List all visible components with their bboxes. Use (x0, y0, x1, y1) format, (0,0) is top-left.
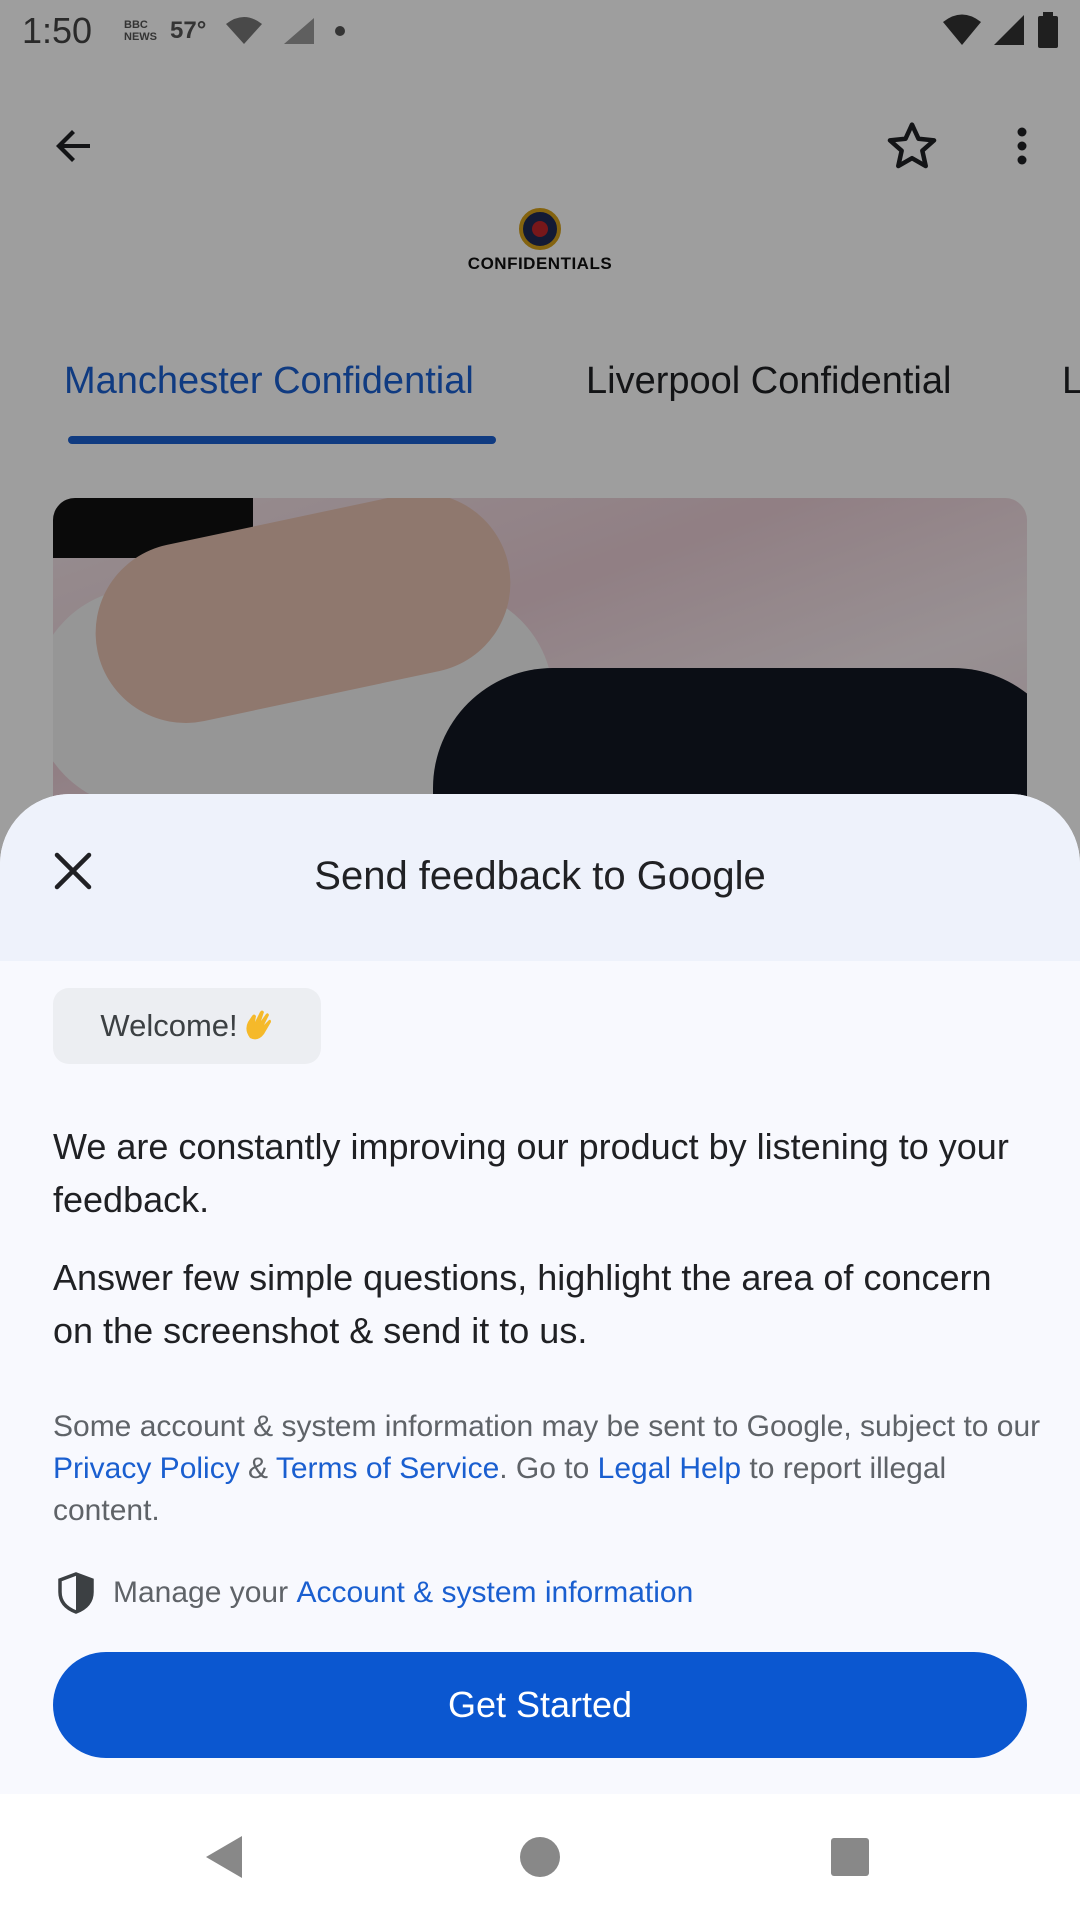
nav-recents-button[interactable] (815, 1822, 885, 1892)
get-started-button[interactable]: Get Started (53, 1652, 1027, 1758)
square-recents-icon (831, 1838, 869, 1876)
waving-hand-icon (246, 1010, 271, 1040)
sheet-header: Send feedback to Google (0, 794, 1080, 961)
triangle-back-icon (206, 1836, 242, 1878)
legal-notice: Some account & system information may be… (53, 1410, 1041, 1527)
nav-back-button[interactable] (190, 1822, 260, 1892)
account-system-info-link[interactable]: Account & system information (296, 1576, 693, 1610)
sheet-title: Send feedback to Google (314, 854, 766, 898)
nav-home-button[interactable] (505, 1822, 575, 1892)
manage-account-row: Manage your Account & system information (53, 1568, 1013, 1618)
system-nav-bar (0, 1794, 1080, 1920)
welcome-chip: Welcome! (53, 988, 321, 1064)
instructions-paragraph: Answer few simple questions, highlight t… (53, 1257, 992, 1351)
intro-paragraph: We are constantly improving our product … (53, 1126, 1009, 1220)
terms-of-service-link[interactable]: Terms of Service (276, 1452, 499, 1485)
circle-home-icon (520, 1837, 560, 1877)
privacy-policy-link[interactable]: Privacy Policy (53, 1452, 240, 1485)
legal-help-link[interactable]: Legal Help (598, 1452, 741, 1485)
feedback-bottom-sheet: Send feedback to Google Welcome! We are … (0, 794, 1080, 1794)
shield-icon (53, 1570, 99, 1616)
welcome-text: Welcome! (100, 1008, 238, 1043)
